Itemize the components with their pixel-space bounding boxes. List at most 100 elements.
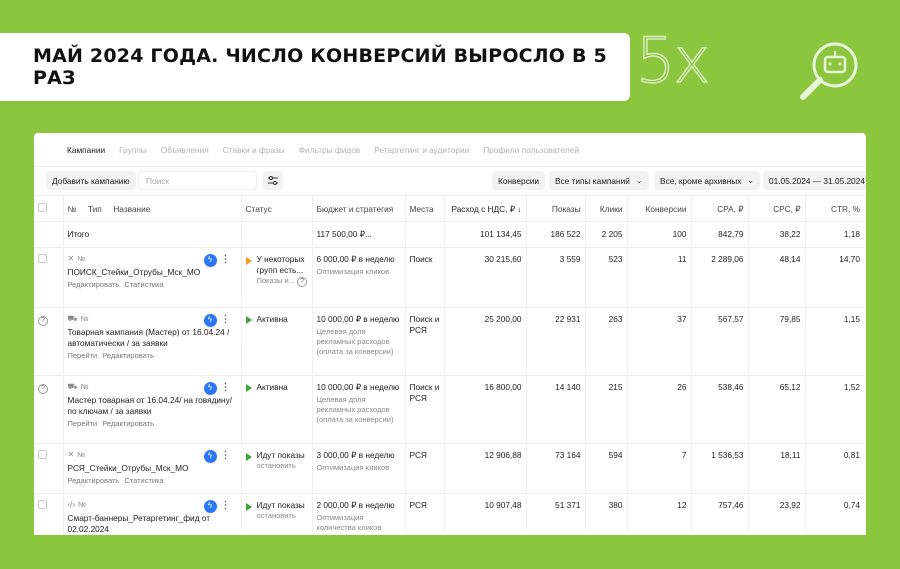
campaign-num: № <box>80 314 89 324</box>
more-menu-icon[interactable]: ⋮ <box>221 499 231 513</box>
lightning-icon[interactable]: ϟ <box>203 254 217 267</box>
header-budget[interactable]: Бюджет и стратегия <box>311 195 405 222</box>
campaign-num: № <box>80 382 89 392</box>
tab-user-profiles[interactable]: Профили пользователей <box>483 145 579 155</box>
statistics-link[interactable]: Статистика <box>124 476 163 485</box>
status-active-icon <box>245 315 252 324</box>
headline-banner: МАЙ 2024 ГОДА. ЧИСЛО КОНВЕРСИЙ ВЫРОСЛО В… <box>0 33 630 101</box>
tab-feed-filters[interactable]: Фильтры фидов <box>299 145 360 155</box>
status-text: Идут показы <box>256 500 305 510</box>
strategy-value: Оптимизация кликов <box>316 267 390 277</box>
edit-link[interactable]: Редактировать <box>68 280 120 289</box>
lightning-icon[interactable]: ϟ <box>203 382 217 395</box>
header-places[interactable]: Места <box>404 195 444 222</box>
header-clicks[interactable]: Клики <box>584 195 627 222</box>
statistics-link[interactable]: Статистика <box>124 280 163 289</box>
campaign-name[interactable]: Товарная кампания (Мастер) от 16.04.24 /… <box>68 327 237 349</box>
archive-filter-value: Все, кроме архивных <box>660 175 742 186</box>
row-checkbox[interactable] <box>38 450 47 459</box>
budget-cell: 6 000,00 ₽ в неделю Оптимизация кликов <box>311 247 405 308</box>
row-checkbox[interactable] <box>38 500 47 509</box>
budget-value[interactable]: 3 000,00 ₽ в неделю <box>317 450 401 461</box>
campaign-name[interactable]: Мастер товарная от 16.04.24/ на говядину… <box>68 395 237 417</box>
total-ctr: 1,18 <box>804 221 864 248</box>
open-link[interactable]: Перейти <box>68 351 98 360</box>
stop-link[interactable]: остановить <box>246 461 308 471</box>
conversions-button[interactable]: Конверсии <box>492 171 545 190</box>
campaign-num: № <box>77 450 86 460</box>
total-cpc: 38,22 <box>747 221 805 248</box>
total-empty-cell <box>34 221 63 248</box>
table-row[interactable]: ✕ № ПОИСК_Стейки_Отрубы_Мск_МО Редактиров… <box>34 247 864 308</box>
header-type[interactable]: Тип <box>88 204 102 214</box>
chevron-down-icon: ⌄ <box>635 176 643 185</box>
total-impressions: 186 522 <box>525 221 585 248</box>
header-cpa[interactable]: CPA, ₽ <box>690 195 748 222</box>
lightning-icon[interactable]: ϟ <box>203 314 217 327</box>
strategy-value: Целевая доля рекламных расходов (оплата … <box>316 327 394 357</box>
more-menu-icon[interactable]: ⋮ <box>221 449 231 463</box>
table-row[interactable]: ? ⛟ № Мастер товарная от 16.04.24/ на гов… <box>34 375 864 444</box>
header-name[interactable]: Название <box>113 204 150 214</box>
budget-value[interactable]: 2 000,00 ₽ в неделю <box>317 500 401 511</box>
header-impressions[interactable]: Показы <box>525 195 585 222</box>
status-active-icon <box>245 453 252 461</box>
total-row: Итого 117 500,00 ₽... 101 134,45 186 522… <box>34 221 864 248</box>
help-icon[interactable]: ? <box>38 383 48 394</box>
table-row[interactable]: ✕ № РСЯ_Стейки_Отрубы_Мск_МО Редактироват… <box>34 443 864 494</box>
spend-value: 12 906,88 <box>443 443 526 494</box>
date-range-picker[interactable]: 01.05.2024 — 31.05.2024 <box>763 171 866 190</box>
campaign-name[interactable]: РСЯ_Стейки_Отрубы_Мск_МО <box>68 463 237 474</box>
total-cpa: 842,79 <box>690 221 748 248</box>
budget-value[interactable]: 6 000,00 ₽ в неделю <box>317 254 401 265</box>
header-num[interactable]: № <box>68 204 77 214</box>
open-link[interactable]: Перейти <box>68 419 98 428</box>
lightning-icon[interactable]: ϟ <box>203 500 217 513</box>
tab-ads[interactable]: Объявления <box>161 145 209 155</box>
budget-cell: 3 000,00 ₽ в неделю Оптимизация кликов <box>311 443 405 494</box>
campaign-name[interactable]: ПОИСК_Стейки_Отрубы_Мск_МО <box>68 267 237 278</box>
stop-link[interactable]: остановить <box>246 511 308 521</box>
conversions-value: 11 <box>626 247 691 308</box>
campaign-types-select[interactable]: Все типы кампаний ⌄ <box>549 171 649 190</box>
table-row[interactable]: ‹/› № Смарт-баннеры_Ретаргетинг_фид от 02… <box>34 493 864 535</box>
help-icon[interactable]: ? <box>297 277 308 288</box>
cpa-value: 757,46 <box>690 493 748 535</box>
clicks-value: 594 <box>584 443 627 494</box>
tab-campaigns[interactable]: Кампании <box>67 145 105 155</box>
tab-bids[interactable]: Ставки и фразы <box>223 145 285 155</box>
edit-link[interactable]: Редактировать <box>68 476 120 485</box>
select-all-checkbox[interactable] <box>38 203 47 212</box>
status-text: У некоторых групп есть... <box>256 254 305 276</box>
header-spend[interactable]: Расход с НДС, ₽ ↓ <box>443 195 526 222</box>
status-text: Активна <box>256 314 288 324</box>
more-menu-icon[interactable]: ⋮ <box>221 253 231 267</box>
total-label: Итого <box>62 221 241 248</box>
campaign-name[interactable]: Смарт-баннеры_Ретаргетинг_фид от 02.02.2… <box>68 513 237 535</box>
header-conversions[interactable]: Конверсии <box>626 195 691 222</box>
more-menu-icon[interactable]: ⋮ <box>221 381 231 395</box>
row-checkbox[interactable] <box>38 254 47 263</box>
edit-link[interactable]: Редактировать <box>102 419 154 428</box>
tab-retargeting[interactable]: Ретаргетинг и аудитории <box>374 145 469 155</box>
edit-link[interactable]: Редактировать <box>102 351 154 360</box>
table-row[interactable]: ? ⛟ № Товарная кампания (Мастер) от 16.04… <box>34 307 864 376</box>
status-active-icon <box>245 383 252 392</box>
search-input[interactable]: Поиск <box>138 171 257 190</box>
places-value: РСЯ <box>404 493 444 535</box>
total-conversions: 100 <box>626 221 691 248</box>
budget-value[interactable]: 10 000,00 ₽ в неделю <box>317 314 401 325</box>
archive-filter-select[interactable]: Все, кроме архивных ⌄ <box>654 171 761 190</box>
status-line: Активна <box>245 314 308 325</box>
header-cpc[interactable]: CPC, ₽ <box>747 195 805 222</box>
header-status[interactable]: Статус <box>240 195 312 222</box>
add-campaign-button[interactable]: Добавить кампанию <box>46 171 136 190</box>
lightning-icon[interactable]: ϟ <box>203 450 217 463</box>
more-menu-icon[interactable]: ⋮ <box>221 313 231 327</box>
spend-value: 10 907,48 <box>443 493 526 535</box>
settings-sliders-button[interactable] <box>263 171 283 190</box>
tab-groups[interactable]: Группы <box>119 145 147 155</box>
budget-value[interactable]: 10 000,00 ₽ в неделю <box>317 382 401 393</box>
help-icon[interactable]: ? <box>38 315 48 326</box>
header-ctr[interactable]: CTR, % <box>804 195 864 222</box>
